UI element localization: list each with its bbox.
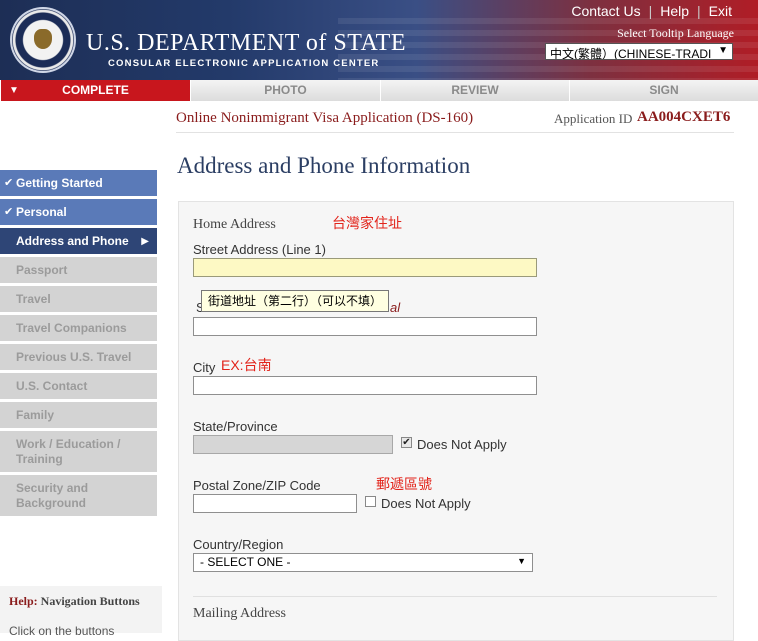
step-sign: SIGN bbox=[569, 80, 758, 101]
sidebar-item-previous-us-travel: Previous U.S. Travel bbox=[0, 344, 157, 370]
postal-annotation: 郵遞區號 bbox=[376, 476, 432, 492]
chevron-right-icon: ▶ bbox=[141, 235, 149, 247]
dropdown-arrow-icon: ▼ bbox=[718, 45, 728, 56]
home-address-annotation: 台灣家住址 bbox=[332, 215, 402, 231]
sidebar-item-work-education: Work / Education / Training bbox=[0, 431, 157, 472]
state-does-not-apply-checkbox[interactable]: ✔ bbox=[401, 437, 412, 448]
sidebar-item-family: Family bbox=[0, 402, 157, 428]
sidebar-item-label: Work / Education / Training bbox=[16, 436, 121, 466]
divider bbox=[193, 596, 717, 597]
sidebar-item-address-and-phone[interactable]: Address and Phone ▶ bbox=[0, 228, 157, 254]
step-label: PHOTO bbox=[264, 83, 307, 97]
sidebar-item-label: Travel bbox=[16, 291, 51, 306]
checkmark-icon: ✔ bbox=[4, 205, 14, 218]
city-input[interactable] bbox=[193, 376, 537, 395]
help-box: Help: Navigation Buttons Click on the bu… bbox=[0, 586, 162, 638]
sidebar-item-label: Previous U.S. Travel bbox=[16, 349, 132, 364]
page-title: Address and Phone Information bbox=[177, 153, 471, 178]
tooltip-language-select[interactable]: 中文(繁體）(CHINESE-TRADI ▼ bbox=[545, 43, 733, 60]
triangle-down-icon: ▼ bbox=[9, 85, 19, 96]
street2-tooltip: 街道地址（第二行）（可以不填） bbox=[201, 290, 390, 312]
sidebar-item-label: Address and Phone bbox=[16, 233, 129, 248]
home-address-heading: Home Address bbox=[193, 217, 276, 232]
exit-link[interactable]: Exit bbox=[701, 3, 740, 19]
step-label: REVIEW bbox=[451, 83, 499, 97]
sidebar-item-label: Travel Companions bbox=[16, 320, 127, 335]
street1-label: Street Address (Line 1) bbox=[193, 242, 326, 257]
sidebar-item-security-background: Security and Background bbox=[0, 475, 157, 516]
postal-input[interactable] bbox=[193, 494, 357, 513]
agency-subtitle: CONSULAR ELECTRONIC APPLICATION CENTER bbox=[108, 58, 380, 69]
application-id: AA004CXET6 bbox=[637, 109, 731, 125]
country-select-value: - SELECT ONE - bbox=[200, 555, 291, 569]
country-label: Country/Region bbox=[193, 537, 284, 552]
state-input[interactable] bbox=[193, 435, 393, 454]
state-label: State/Province bbox=[193, 419, 278, 434]
sidebar-item-label: Passport bbox=[16, 262, 68, 277]
dropdown-arrow-icon: ▼ bbox=[517, 556, 526, 566]
sidebar-item-travel-companions: Travel Companions bbox=[0, 315, 157, 341]
step-complete[interactable]: ▼ COMPLETE bbox=[0, 80, 190, 101]
mailing-address-heading: Mailing Address bbox=[193, 606, 286, 621]
step-photo: PHOTO bbox=[190, 80, 380, 101]
sidebar-item-personal[interactable]: ✔ Personal bbox=[0, 199, 157, 225]
tooltip-language-label: Select Tooltip Language bbox=[617, 26, 734, 40]
city-label: City bbox=[193, 360, 216, 375]
country-select[interactable]: - SELECT ONE - ▼ bbox=[193, 553, 533, 572]
department-seal-icon bbox=[10, 7, 76, 73]
sidebar-item-getting-started[interactable]: ✔ Getting Started bbox=[0, 170, 157, 196]
state-does-not-apply-label: Does Not Apply bbox=[417, 437, 507, 452]
help-title: Help: Navigation Buttons bbox=[9, 594, 140, 609]
progress-steps: ▼ COMPLETE PHOTO REVIEW SIGN bbox=[0, 80, 758, 101]
step-label: SIGN bbox=[649, 83, 679, 97]
sidebar-item-label: Personal bbox=[16, 204, 67, 219]
help-link[interactable]: Help bbox=[652, 3, 697, 19]
postal-label: Postal Zone/ZIP Code bbox=[193, 478, 321, 493]
help-title-text: Navigation Buttons bbox=[40, 594, 140, 608]
form-title: Online Nonimmigrant Visa Application (DS… bbox=[176, 110, 474, 126]
checkmark-icon: ✔ bbox=[4, 176, 14, 189]
sidebar-item-label: Family bbox=[16, 407, 55, 422]
postal-does-not-apply-label: Does Not Apply bbox=[381, 496, 471, 511]
sidebar-item-label: Security and Background bbox=[16, 480, 89, 510]
top-links: Contact Us | Help | Exit bbox=[563, 3, 740, 19]
sidebar-item-label: U.S. Contact bbox=[16, 378, 88, 393]
sidebar-item-travel: Travel bbox=[0, 286, 157, 312]
postal-does-not-apply-checkbox[interactable] bbox=[365, 496, 376, 507]
sidebar-item-label: Getting Started bbox=[16, 175, 103, 190]
agency-name: U.S. DEPARTMENT of STATE bbox=[86, 30, 407, 56]
eagle-icon bbox=[34, 29, 52, 49]
street2-optional-tail: al bbox=[390, 300, 401, 315]
street2-input[interactable] bbox=[193, 317, 537, 336]
step-label: COMPLETE bbox=[62, 83, 129, 97]
tooltip-language-value: 中文(繁體）(CHINESE-TRADI bbox=[550, 47, 712, 60]
help-prefix: Help: bbox=[9, 594, 38, 608]
city-annotation: EX:台南 bbox=[221, 357, 272, 373]
application-id-label: Application ID bbox=[554, 111, 633, 126]
site-header: U.S. DEPARTMENT of STATE CONSULAR ELECTR… bbox=[0, 0, 758, 80]
contact-us-link[interactable]: Contact Us bbox=[563, 3, 648, 19]
street1-input[interactable] bbox=[193, 258, 537, 277]
step-review: REVIEW bbox=[380, 80, 569, 101]
divider bbox=[176, 132, 734, 133]
help-text: Click on the buttons bbox=[9, 624, 115, 638]
sidebar-item-us-contact: U.S. Contact bbox=[0, 373, 157, 399]
sidebar-item-passport: Passport bbox=[0, 257, 157, 283]
